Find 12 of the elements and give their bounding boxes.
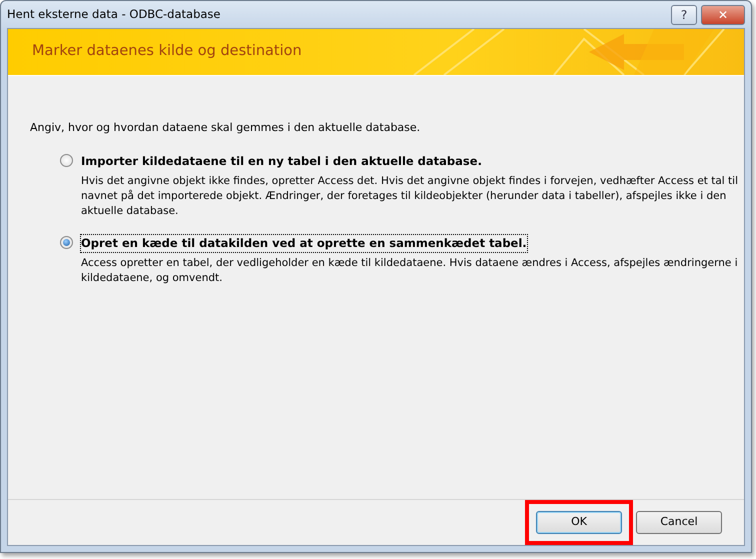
- help-button[interactable]: ?: [671, 4, 697, 24]
- ok-button[interactable]: OK: [536, 511, 622, 534]
- instruction-text: Angiv, hvor og hvordan dataene skal gemmes i den aktuelle database.: [30, 120, 422, 136]
- radio-button[interactable]: [60, 236, 73, 249]
- option-description: Access opretter en tabel, der vedligeholder en kæde til kildedataene. Hvis dataene ændres i Access, afspejles ændringerne i kildedataene, og omvendt.: [80, 256, 739, 286]
- banner-title: Marker dataenes kilde og destination: [32, 42, 302, 62]
- option-label[interactable]: Opret en kæde til datakilden ved at oprette en sammenkædet tabel.: [81, 234, 527, 252]
- cancel-button[interactable]: Cancel: [636, 511, 722, 534]
- option-label[interactable]: Importer kildedataene til en ny tabel i den aktuelle database.: [81, 152, 482, 170]
- radio-button[interactable]: [60, 154, 73, 166]
- option-description: Hvis det angivne objekt ikke findes, opretter Access det. Hvis det angivne objekt findes i forvejen, vedhæfter Access et tal til navnet på det importerede objekt. Ændringer, der foretages til kildeobjekter (herunder data i tabeller), afspejles ikke i den aktuelle database.: [80, 174, 740, 219]
- window-title: Hent eksterne data - ODBC-database: [7, 6, 220, 23]
